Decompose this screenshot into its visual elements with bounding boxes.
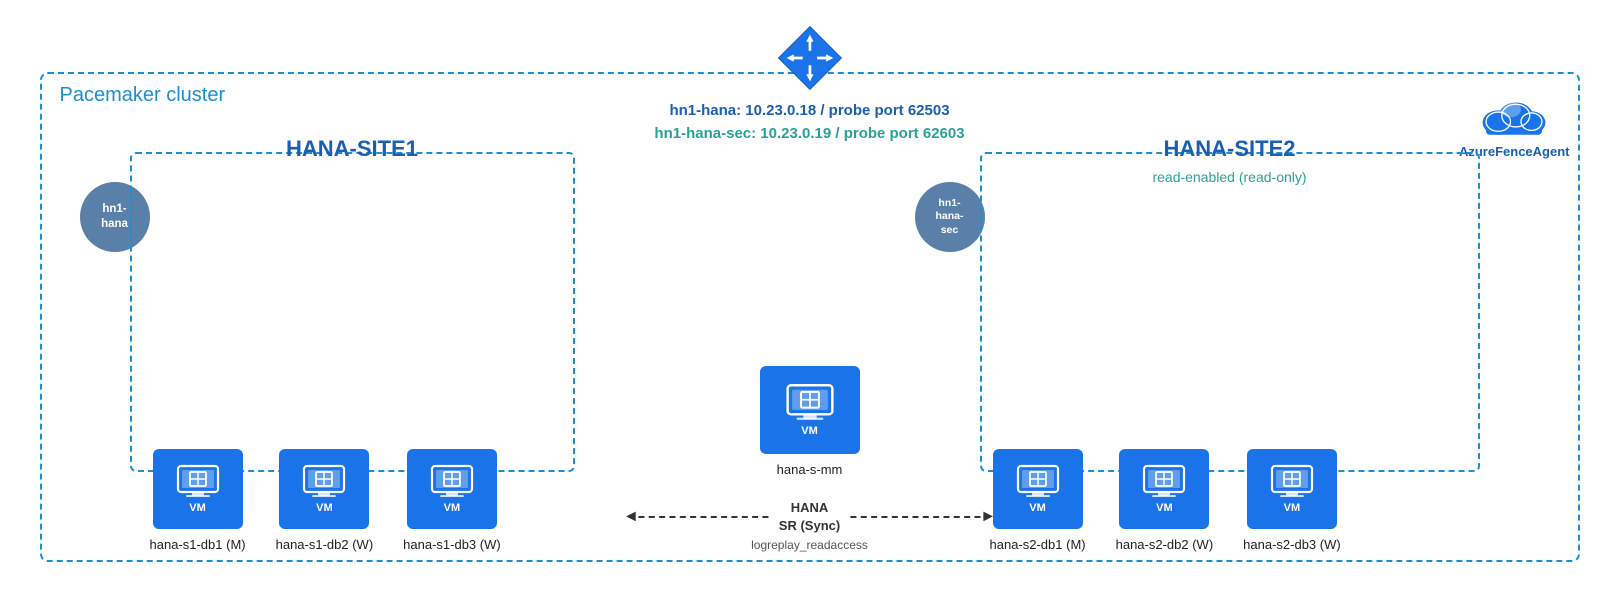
arrow-left-icon: ◄	[623, 508, 639, 526]
fence-agent: AzureFenceAgent	[1459, 92, 1570, 159]
vm-icon-site2-db1: VM	[993, 449, 1083, 529]
site2-vms: VM hana-s2-db1 (M) VM hana-s2-db2 (W)	[990, 449, 1341, 552]
monitor-icon	[1142, 464, 1186, 498]
load-balancer-container: hn1-hana: 10.23.0.18 / probe port 62503 …	[654, 22, 964, 145]
site1-vms: VM hana-s1-db1 (M) VM hana-s1-db2 (W)	[150, 449, 501, 552]
vm-label-middle: hana-s-mm	[777, 462, 843, 477]
middle-vm-container: VM hana-s-mm	[760, 366, 860, 477]
diagram-wrapper: Pacemaker cluster hn1-hana: 10.23.0.18 /…	[20, 22, 1600, 582]
lb-primary-label: hn1-hana: 10.23.0.18 / probe port 62503	[654, 100, 964, 123]
sync-label: HANA SR (Sync)	[769, 499, 850, 535]
vm-icon-middle: VM	[760, 366, 860, 454]
site2-title: HANA-SITE2	[1163, 136, 1295, 162]
vm-card-site2-db1: VM hana-s2-db1 (M)	[990, 449, 1086, 552]
vm-label-site1-db2: hana-s1-db2 (W)	[276, 537, 374, 552]
vm-icon-site1-db3: VM	[407, 449, 497, 529]
monitor-icon	[1270, 464, 1314, 498]
vm-card-site2-db2: VM hana-s2-db2 (W)	[1116, 449, 1214, 552]
dashed-line-left	[639, 516, 769, 518]
vm-label-site1-db1: hana-s1-db1 (M)	[150, 537, 246, 552]
load-balancer-icon	[773, 22, 845, 94]
sync-sub-label: logreplay_readaccess	[623, 538, 996, 552]
lb-secondary-label: hn1-hana-sec: 10.23.0.19 / probe port 62…	[654, 123, 964, 146]
monitor-icon	[430, 464, 474, 498]
sync-arrows: ◄ HANA SR (Sync) ►	[623, 499, 996, 535]
node-circle-secondary: hn1-hana-sec	[915, 182, 985, 252]
vm-icon-site2-db2: VM	[1119, 449, 1209, 529]
monitor-icon	[785, 383, 835, 421]
dashed-line-right	[850, 516, 980, 518]
vm-icon-site1-db2: VM	[279, 449, 369, 529]
vm-label-site2-db3: hana-s2-db3 (W)	[1243, 537, 1341, 552]
vm-label-site2-db1: hana-s2-db1 (M)	[990, 537, 1086, 552]
vm-label-site2-db2: hana-s2-db2 (W)	[1116, 537, 1214, 552]
site1-box: HANA-SITE1	[130, 152, 575, 472]
site1-title: HANA-SITE1	[286, 136, 418, 162]
monitor-icon	[176, 464, 220, 498]
vm-icon-site2-db3: VM	[1247, 449, 1337, 529]
vm-label-site1-db3: hana-s1-db3 (W)	[403, 537, 501, 552]
vm-icon-site1-db1: VM	[153, 449, 243, 529]
cluster-label: Pacemaker cluster	[60, 84, 226, 107]
sync-area: ◄ HANA SR (Sync) ► logreplay_readaccess	[623, 499, 996, 552]
read-enabled-label: read-enabled (read-only)	[1152, 169, 1306, 185]
vm-card-site1-db1: VM hana-s1-db1 (M)	[150, 449, 246, 552]
vm-card-site2-db3: VM hana-s2-db3 (W)	[1243, 449, 1341, 552]
monitor-icon	[302, 464, 346, 498]
azure-fence-icon	[1479, 92, 1549, 140]
vm-card-site1-db3: VM hana-s1-db3 (W)	[403, 449, 501, 552]
vm-card-site1-db2: VM hana-s1-db2 (W)	[276, 449, 374, 552]
site2-box: HANA-SITE2 read-enabled (read-only)	[980, 152, 1480, 472]
monitor-icon	[1016, 464, 1060, 498]
lb-labels: hn1-hana: 10.23.0.18 / probe port 62503 …	[654, 100, 964, 145]
